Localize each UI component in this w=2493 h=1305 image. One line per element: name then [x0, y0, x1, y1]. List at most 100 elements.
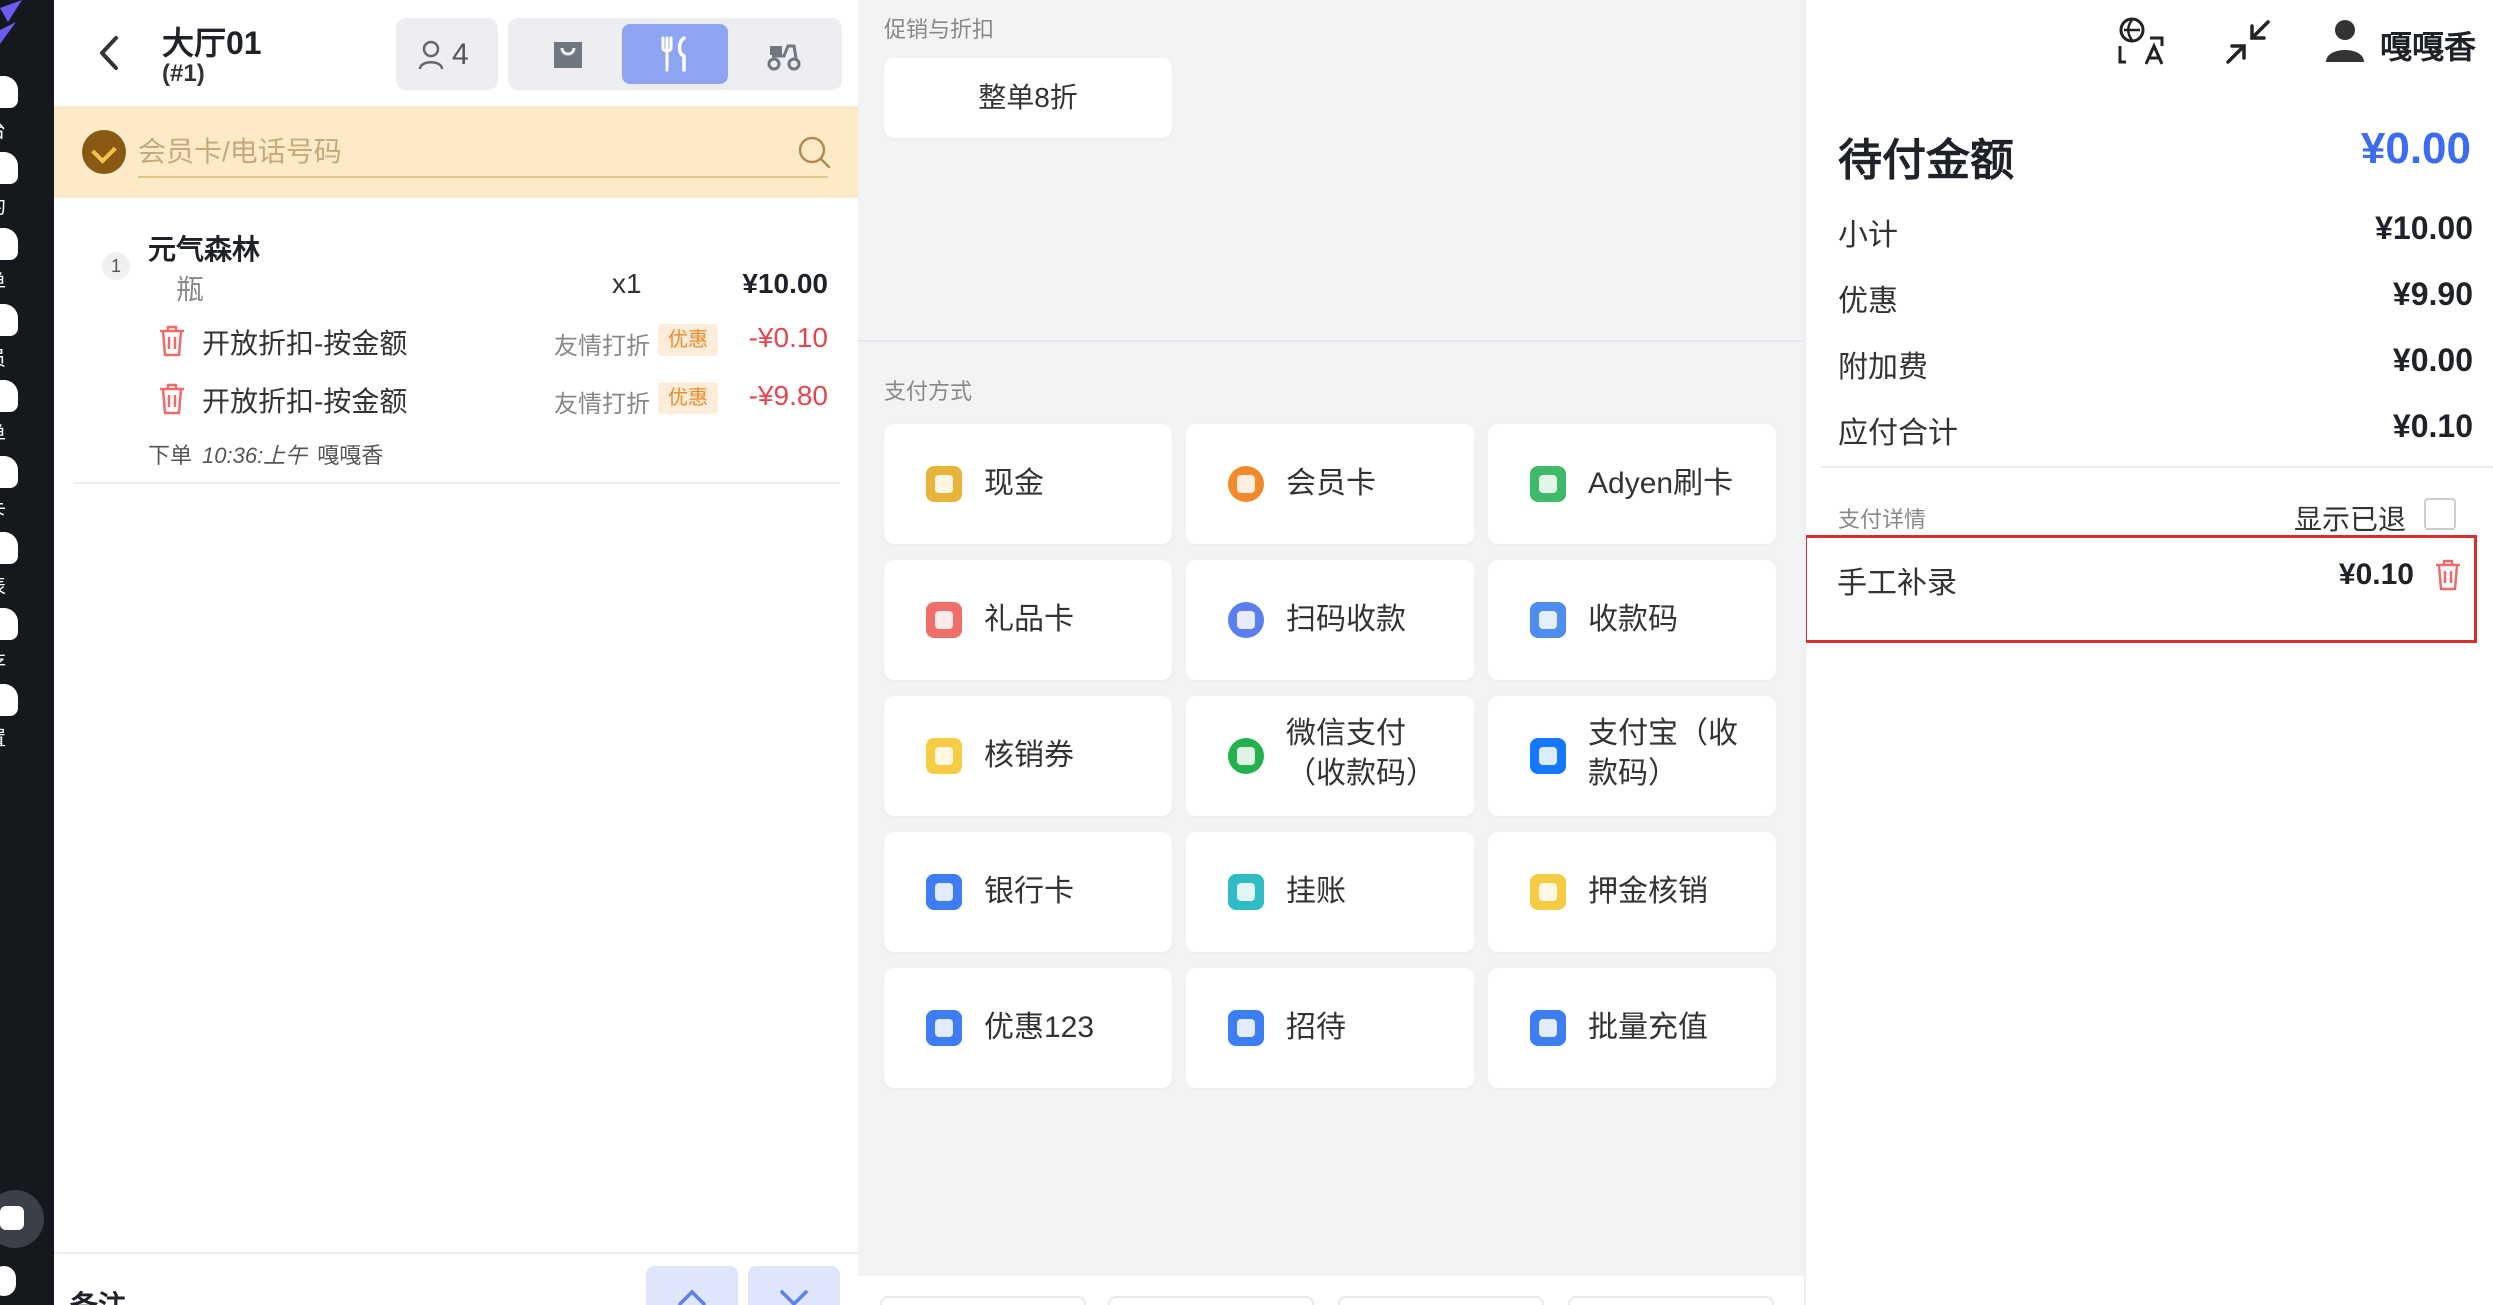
chevron-up-icon — [678, 1289, 706, 1305]
search-icon[interactable] — [796, 134, 832, 170]
discount-amount: -¥9.80 — [748, 380, 828, 411]
report-icon — [0, 532, 18, 564]
deposit-icon — [1530, 874, 1566, 910]
pay-alipay-button[interactable]: 支付宝（收款码） — [1488, 696, 1776, 816]
order-mode-switch — [508, 18, 842, 90]
payment-section-title: 支付方式 — [884, 379, 973, 404]
pay-scan-button[interactable]: 扫码收款 — [1186, 560, 1474, 680]
scooter-icon — [767, 44, 801, 71]
mode-delivery-button[interactable] — [730, 24, 836, 84]
mode-takeout-button[interactable] — [514, 24, 620, 84]
mode-dine-in-button[interactable] — [622, 24, 728, 84]
pay-on-account-button[interactable]: 挂账 — [1186, 832, 1474, 952]
utensils-icon — [661, 36, 686, 72]
trash-icon[interactable] — [158, 382, 186, 416]
summary-row-total: 应付合计 ¥0.10 — [1838, 408, 2473, 450]
nav-label: 置 — [0, 722, 6, 751]
member-search-bar — [54, 106, 858, 198]
pay-method-label: 支付宝（收款码） — [1588, 717, 1738, 790]
summary-value: ¥10.00 — [2375, 210, 2473, 246]
voucher-icon — [926, 738, 962, 774]
nav-label: 卡 — [0, 494, 6, 523]
panel-divider — [1804, 0, 1806, 1305]
pay-qr-code-button[interactable]: 收款码 — [1488, 560, 1776, 680]
scan-icon — [1228, 602, 1264, 638]
summary-label: 优惠 — [1838, 285, 1898, 318]
alipay-icon — [1530, 738, 1566, 774]
user-name[interactable]: 嘎嘎香 — [2380, 22, 2476, 68]
nav-item-settings[interactable]: 置 — [0, 676, 54, 766]
pay-discount123-button[interactable]: 优惠123 — [884, 968, 1172, 1088]
bottom-action-button[interactable] — [880, 1296, 1086, 1305]
guest-count: 4 — [452, 38, 469, 71]
pay-deposit-button[interactable]: 押金核销 — [1488, 832, 1776, 952]
bottom-action-button[interactable] — [1568, 1296, 1774, 1305]
remark-label[interactable]: 备注 — [70, 1284, 126, 1305]
pay-bank-card-button[interactable]: 银行卡 — [884, 832, 1172, 952]
discount-row: 开放折扣-按金额 友情打折 优惠 -¥0.10 — [158, 320, 840, 364]
quick-add-button[interactable] — [0, 1190, 44, 1248]
pay-method-label: 扫码收款 — [1286, 603, 1406, 636]
card-icon — [0, 456, 18, 488]
plus-icon — [0, 1206, 24, 1230]
bottom-action-button[interactable] — [1338, 1296, 1544, 1305]
more-icon[interactable] — [0, 1266, 16, 1296]
scroll-up-button[interactable] — [646, 1266, 738, 1305]
pay-method-label: 收款码 — [1588, 603, 1678, 636]
divider — [74, 482, 840, 484]
record-amount: ¥0.10 — [2338, 558, 2414, 591]
qr-code-icon — [1530, 602, 1566, 638]
pay-bulk-recharge-button[interactable]: 批量充值 — [1488, 968, 1776, 1088]
bottom-action-button[interactable] — [1108, 1296, 1314, 1305]
pay-method-label: 核销券 — [984, 739, 1074, 772]
home-icon — [0, 76, 18, 108]
member-card-icon — [1228, 466, 1264, 502]
summary-row-subtotal: 小计 ¥10.00 — [1838, 210, 2473, 252]
summary-row-discount: 优惠 ¥9.90 — [1838, 276, 2473, 318]
item-price: ¥10.00 — [742, 268, 828, 299]
record-name: 手工补录 — [1837, 567, 1957, 600]
back-button[interactable] — [90, 30, 130, 76]
scroll-down-button[interactable] — [748, 1266, 840, 1305]
divider — [1820, 466, 2493, 468]
pay-adyen-button[interactable]: Adyen刷卡 — [1488, 424, 1776, 544]
label-line-2: （收款码） — [1286, 757, 1436, 790]
more-dots-icon — [926, 874, 962, 910]
pos-screen: 台 约 单 员 单 卡 表 存 置 大厅01 (#1) 4 — [0, 0, 2493, 1305]
storage-icon — [0, 608, 18, 640]
pay-method-label: 现金 — [984, 467, 1044, 500]
item-name[interactable]: 元气森林 — [148, 228, 260, 268]
show-refunded-checkbox[interactable] — [2424, 498, 2456, 530]
settings-icon — [0, 684, 18, 716]
item-quantity: x1 — [612, 268, 642, 299]
nav-label: 约 — [0, 190, 6, 219]
pay-cash-button[interactable]: 现金 — [884, 424, 1172, 544]
more-dots-icon — [1228, 1010, 1264, 1046]
translate-icon[interactable] — [2116, 16, 2168, 68]
pay-gift-card-button[interactable]: 礼品卡 — [884, 560, 1172, 680]
discount-tag: 优惠 — [658, 324, 718, 356]
discount-amount: -¥0.10 — [748, 322, 828, 353]
pay-wechat-button[interactable]: 微信支付 （收款码） — [1186, 696, 1474, 816]
order-header: 大厅01 (#1) 4 — [54, 0, 858, 106]
item-index-badge: 1 — [102, 252, 130, 280]
collapse-icon[interactable] — [2224, 18, 2272, 66]
trash-icon[interactable] — [2434, 558, 2462, 592]
order-panel: 大厅01 (#1) 4 1 — [54, 0, 858, 1305]
meta-time: 10:36:上午 — [202, 443, 308, 468]
member-search-input[interactable] — [138, 128, 828, 178]
payment-record-row[interactable]: 手工补录 ¥0.10 — [1804, 535, 2477, 643]
guest-count-button[interactable]: 4 — [396, 18, 498, 90]
trash-icon[interactable] — [158, 324, 186, 358]
payment-summary-panel: 嘎嘎香 待付金额 ¥0.00 小计 ¥10.00 优惠 ¥9.90 附加费 ¥0.00… — [1804, 0, 2493, 1305]
pay-hospitality-button[interactable]: 招待 — [1186, 968, 1474, 1088]
pay-member-card-button[interactable]: 会员卡 — [1186, 424, 1474, 544]
pay-voucher-button[interactable]: 核销券 — [884, 696, 1172, 816]
wechat-icon — [1228, 738, 1264, 774]
pay-method-label: 微信支付 （收款码） — [1286, 714, 1436, 794]
amount-due-label: 待付金额 — [1838, 136, 2014, 185]
table-name: 大厅01 — [162, 25, 262, 61]
promo-button[interactable]: 整单8折 — [884, 58, 1172, 138]
summary-label: 小计 — [1838, 219, 1898, 252]
bottom-action-bar — [858, 1276, 1804, 1305]
